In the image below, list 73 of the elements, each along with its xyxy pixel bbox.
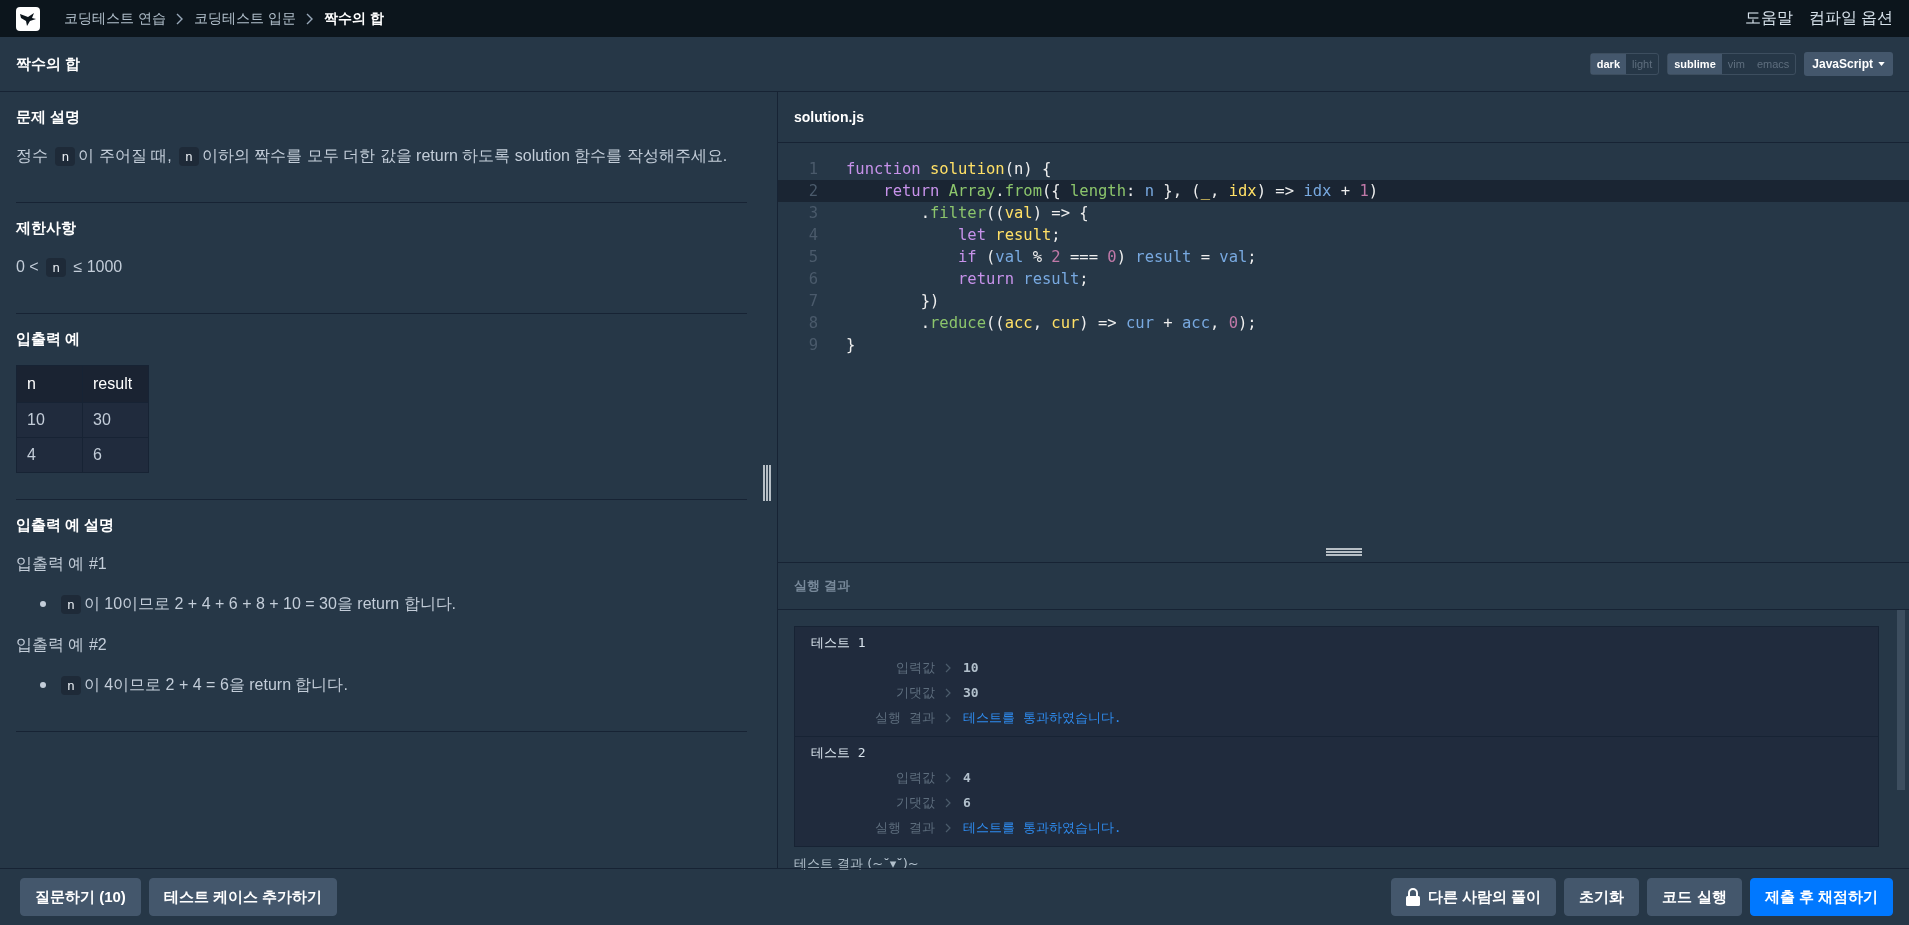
table-header-cell: result	[82, 365, 149, 403]
result-label: 입력값	[895, 768, 935, 787]
footer-button[interactable]: 코드 실행	[1647, 878, 1742, 916]
test-title: 테스트 1	[810, 634, 867, 652]
chevron-right-icon	[945, 712, 951, 723]
paragraph: 0 < n ≤ 1000	[16, 257, 124, 279]
table-header-cell: n	[16, 365, 83, 403]
table-cell: 30	[82, 402, 149, 438]
section-heading: 입출력 예	[16, 330, 82, 349]
theme-option[interactable]: dark	[1590, 54, 1626, 74]
code-line: function solution(n) {	[846, 160, 1052, 178]
nav-link[interactable]: 도움말	[1744, 8, 1793, 29]
example-label: 입출력 예 #2	[16, 635, 108, 655]
result-label: 기댓값	[895, 683, 935, 702]
problem-title: 짝수의 합	[16, 54, 81, 74]
example-explanation: n 이 4이므로 2 + 4 = 6을 return 합니다.	[58, 672, 348, 699]
chevron-right-icon	[175, 12, 184, 25]
chevron-right-icon	[945, 772, 951, 783]
code-line: return Array.from({ length: n }, (_, idx) => idx + 1)	[882, 182, 1379, 200]
lock-icon	[1406, 888, 1421, 906]
result-value: 10	[963, 660, 979, 675]
table-cell: 10	[16, 402, 83, 438]
resize-handle[interactable]	[763, 465, 773, 501]
footer-button[interactable]: 초기화	[1564, 878, 1640, 916]
chevron-right-icon	[945, 797, 951, 808]
bullet-icon	[40, 682, 46, 688]
footer-button[interactable]: 질문하기 (10)	[20, 878, 141, 916]
result-value: 6	[963, 795, 971, 810]
result-label: 입력값	[895, 658, 935, 677]
test-title: 테스트 2	[810, 744, 867, 762]
example-label: 입출력 예 #1	[16, 554, 108, 574]
language-dropdown[interactable]: JavaScript	[1804, 52, 1893, 76]
chevron-right-icon	[305, 12, 314, 25]
section-heading: 제한사항	[16, 219, 77, 238]
result-value: 테스트를 통과하였습니다.	[963, 818, 1122, 837]
example-explanation: n 이 10이므로 2 + 4 + 6 + 8 + 10 = 30을 return 합니다.	[58, 591, 456, 618]
line-number: 2	[807, 182, 819, 200]
result-label: 실행 결과	[874, 708, 935, 727]
result-value: 4	[963, 770, 971, 785]
paragraph: 정수 n 이 주어질 때, n 이하의 짝수를 모두 더한 값을 return 하도록 solution 함수를 작성해주세요.	[16, 146, 729, 168]
footer-button[interactable]: 다른 사람의 풀이	[1391, 878, 1557, 916]
result-label: 실행 결과	[874, 818, 935, 837]
nav-link[interactable]: 컴파일 옵션	[1808, 8, 1893, 29]
table-cell: 4	[16, 437, 83, 473]
file-name: solution.js	[794, 109, 864, 125]
footer-button[interactable]: 제출 후 채점하기	[1749, 878, 1893, 916]
code-line: .filter((val) => {	[919, 204, 1089, 222]
code-line: .reduce((acc, cur) => cur + acc, 0);	[919, 314, 1257, 332]
bullet-icon	[40, 601, 46, 607]
results-title: 실행 결과	[794, 577, 850, 595]
footer-button[interactable]: 테스트 케이스 추가하기	[148, 878, 338, 916]
code-line: let result;	[956, 226, 1061, 244]
results-summary: 테스트 결과 (~˘▾˘)~	[794, 855, 920, 873]
breadcrumb-link[interactable]: 짝수의 합	[323, 9, 384, 28]
code-line: }	[846, 336, 856, 354]
breadcrumb-link[interactable]: 코딩테스트 연습	[64, 9, 166, 28]
section-heading: 문제 설명	[16, 108, 82, 127]
keymap-option[interactable]: sublime	[1668, 54, 1722, 74]
code-line: })	[919, 292, 940, 310]
table-cell: 6	[82, 437, 149, 473]
caret-icon	[1878, 62, 1885, 66]
resize-handle[interactable]	[1325, 548, 1362, 556]
chevron-right-icon	[945, 687, 951, 698]
chevron-right-icon	[945, 822, 951, 833]
result-value: 30	[963, 685, 979, 700]
section-heading: 입출력 예 설명	[16, 516, 116, 535]
result-value: 테스트를 통과하였습니다.	[963, 708, 1122, 727]
result-label: 기댓값	[895, 793, 935, 812]
bird-logo-icon[interactable]	[16, 6, 40, 31]
code-line: return result;	[956, 270, 1089, 288]
breadcrumb-link[interactable]: 코딩테스트 입문	[193, 9, 296, 28]
chevron-right-icon	[945, 662, 951, 673]
code-line: if (val % 2 === 0) result = val;	[956, 248, 1257, 266]
